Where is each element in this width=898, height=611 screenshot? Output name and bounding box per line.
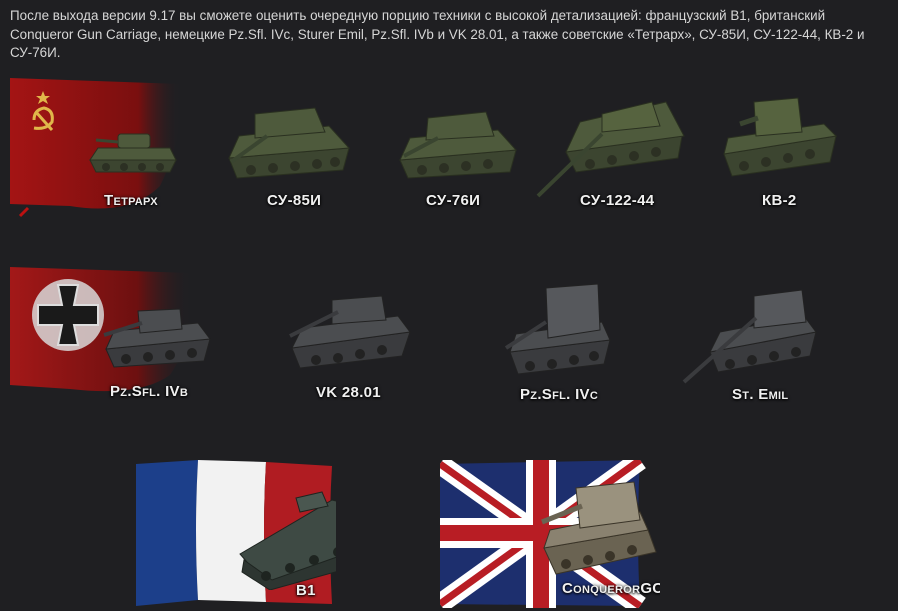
tank-name: СУ-76И [426, 192, 481, 209]
tank-card-su85i[interactable]: СУ-85И [215, 92, 365, 222]
tank-image [228, 107, 351, 179]
tank-name: Pz.Sfl. IVb [110, 383, 189, 400]
iron-cross-icon [32, 279, 104, 351]
tank-name: VK 28.01 [316, 384, 381, 401]
tank-name: Pz.Sfl. IVc [520, 386, 599, 403]
tank-card-pzsfl-ivc[interactable]: Pz.Sfl. IVc [496, 282, 626, 412]
tank-name: КВ-2 [762, 192, 797, 209]
tank-image [399, 111, 518, 179]
tank-name: ConquerorGC [562, 580, 660, 597]
tank-image [103, 308, 211, 368]
tank-image [536, 101, 685, 198]
tank-card-vk2801[interactable]: VK 28.01 [282, 292, 422, 412]
tank-card-st-emil[interactable]: St. Emil [680, 282, 830, 412]
intro-text: После выхода версии 9.17 вы сможете оцен… [10, 8, 865, 61]
tank-card-conqueror-gc[interactable]: ConquerorGC [440, 460, 660, 608]
tank-name: Тетрарх [104, 192, 158, 209]
tank-card-b1[interactable]: B1 [136, 460, 336, 608]
tank-name: St. Emil [732, 386, 789, 403]
tank-name: B1 [296, 582, 316, 599]
tank-image [289, 295, 411, 369]
tank-card-pzsfl-ivb[interactable]: Pz.Sfl. IVb [10, 265, 215, 415]
tank-image [239, 491, 336, 590]
tank-card-kv2[interactable]: КВ-2 [718, 92, 848, 222]
tank-image [682, 289, 817, 384]
tank-name: СУ-122-44 [580, 192, 655, 209]
tank-card-su122-44[interactable]: СУ-122-44 [532, 92, 702, 222]
tank-image [504, 283, 611, 375]
tank-image [723, 97, 838, 177]
tank-name: СУ-85И [267, 192, 322, 209]
tank-image [89, 133, 177, 173]
hammer-and-sickle-icon [32, 91, 54, 131]
tank-image [541, 481, 657, 575]
tank-card-tetrarch[interactable]: Тетрарх [10, 76, 190, 226]
tank-card-su76i[interactable]: СУ-76И [390, 96, 530, 222]
